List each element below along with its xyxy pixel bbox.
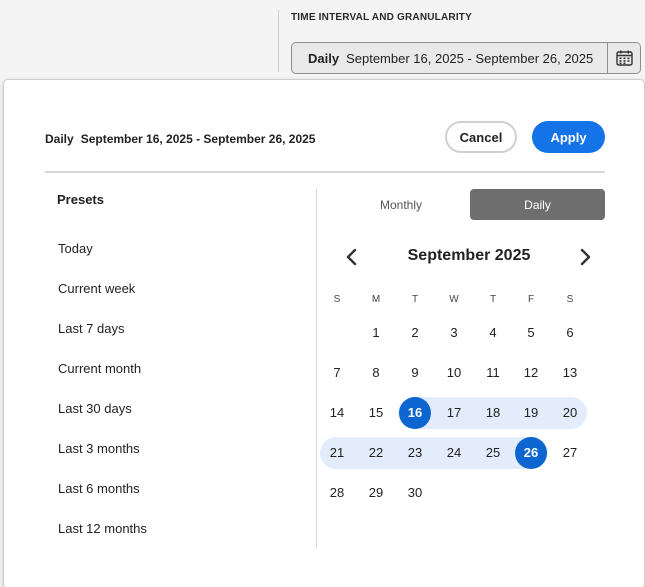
- panel-divider: [316, 189, 317, 549]
- weekday-header: T: [489, 294, 497, 305]
- calendar-day[interactable]: 23: [399, 437, 431, 469]
- weekday-header: S: [333, 294, 341, 305]
- calendar-day[interactable]: 1: [360, 317, 392, 349]
- calendar-day[interactable]: 19: [515, 397, 547, 429]
- popover-summary: Daily September 16, 2025 - September 26, …: [45, 132, 315, 146]
- preset-current-month[interactable]: Current month: [58, 361, 141, 376]
- next-month-button[interactable]: [576, 246, 594, 268]
- weekday-header: F: [527, 294, 535, 305]
- calendar-day[interactable]: 15: [360, 397, 392, 429]
- calendar-icon: [615, 50, 633, 66]
- calendar-day[interactable]: 5: [515, 317, 547, 349]
- popover-date-range: September 16, 2025 - September 26, 2025: [80, 132, 316, 146]
- calendar-day[interactable]: 20: [554, 397, 586, 429]
- preset-current-week[interactable]: Current week: [58, 281, 135, 296]
- preset-last-3-months[interactable]: Last 3 months: [58, 441, 140, 456]
- calendar-day[interactable]: 3: [438, 317, 470, 349]
- calendar-day[interactable]: 25: [477, 437, 509, 469]
- calendar-day[interactable]: 10: [438, 357, 470, 389]
- date-picker-popover: Daily September 16, 2025 - September 26, …: [3, 79, 645, 587]
- month-title: September 2025: [407, 247, 531, 264]
- weekday-header: W: [449, 294, 459, 305]
- calendar-day[interactable]: 24: [438, 437, 470, 469]
- calendar-day[interactable]: 6: [554, 317, 586, 349]
- toggle-monthly[interactable]: Monthly: [335, 189, 467, 220]
- calendar-day[interactable]: 11: [477, 357, 509, 389]
- weekday-header: M: [371, 294, 381, 305]
- calendar-day[interactable]: 28: [321, 477, 353, 509]
- calendar-day[interactable]: 16: [399, 397, 431, 429]
- calendar-button[interactable]: [607, 43, 640, 73]
- preset-today[interactable]: Today: [58, 241, 93, 256]
- popover-granularity: Daily: [45, 132, 74, 146]
- background-divider: [278, 10, 279, 72]
- calendar-day[interactable]: 9: [399, 357, 431, 389]
- calendar-day[interactable]: 2: [399, 317, 431, 349]
- calendar-day[interactable]: 4: [477, 317, 509, 349]
- calendar-day[interactable]: 27: [554, 437, 586, 469]
- calendar-day[interactable]: 7: [321, 357, 353, 389]
- apply-button[interactable]: Apply: [532, 121, 605, 153]
- calendar-day[interactable]: 29: [360, 477, 392, 509]
- preset-last-7-days[interactable]: Last 7 days: [58, 321, 125, 336]
- preset-last-6-months[interactable]: Last 6 months: [58, 481, 140, 496]
- calendar-day[interactable]: 14: [321, 397, 353, 429]
- calendar-day[interactable]: 18: [477, 397, 509, 429]
- previous-month-button[interactable]: [343, 246, 361, 268]
- field-date-range: September 16, 2025 - September 26, 2025: [346, 50, 594, 66]
- calendar-day[interactable]: 26: [515, 437, 547, 469]
- header-divider: [45, 171, 605, 173]
- calendar-day[interactable]: 22: [360, 437, 392, 469]
- preset-last-12-months[interactable]: Last 12 months: [58, 521, 147, 536]
- field-granularity: Daily: [308, 50, 340, 66]
- time-interval-label: TIME INTERVAL AND GRANULARITY: [291, 12, 472, 23]
- calendar-day[interactable]: 21: [321, 437, 353, 469]
- calendar-day[interactable]: 12: [515, 357, 547, 389]
- weekday-header: S: [566, 294, 574, 305]
- date-range-field[interactable]: Daily September 16, 2025 - September 26,…: [291, 42, 641, 74]
- toggle-daily[interactable]: Daily: [470, 189, 605, 220]
- selected-range-highlight: [320, 437, 548, 469]
- calendar-day[interactable]: 13: [554, 357, 586, 389]
- calendar-day[interactable]: 17: [438, 397, 470, 429]
- calendar-day[interactable]: 8: [360, 357, 392, 389]
- presets-title: Presets: [57, 192, 104, 207]
- weekday-header: T: [411, 294, 419, 305]
- cancel-button[interactable]: Cancel: [445, 121, 517, 153]
- calendar-day[interactable]: 30: [399, 477, 431, 509]
- preset-last-30-days[interactable]: Last 30 days: [58, 401, 132, 416]
